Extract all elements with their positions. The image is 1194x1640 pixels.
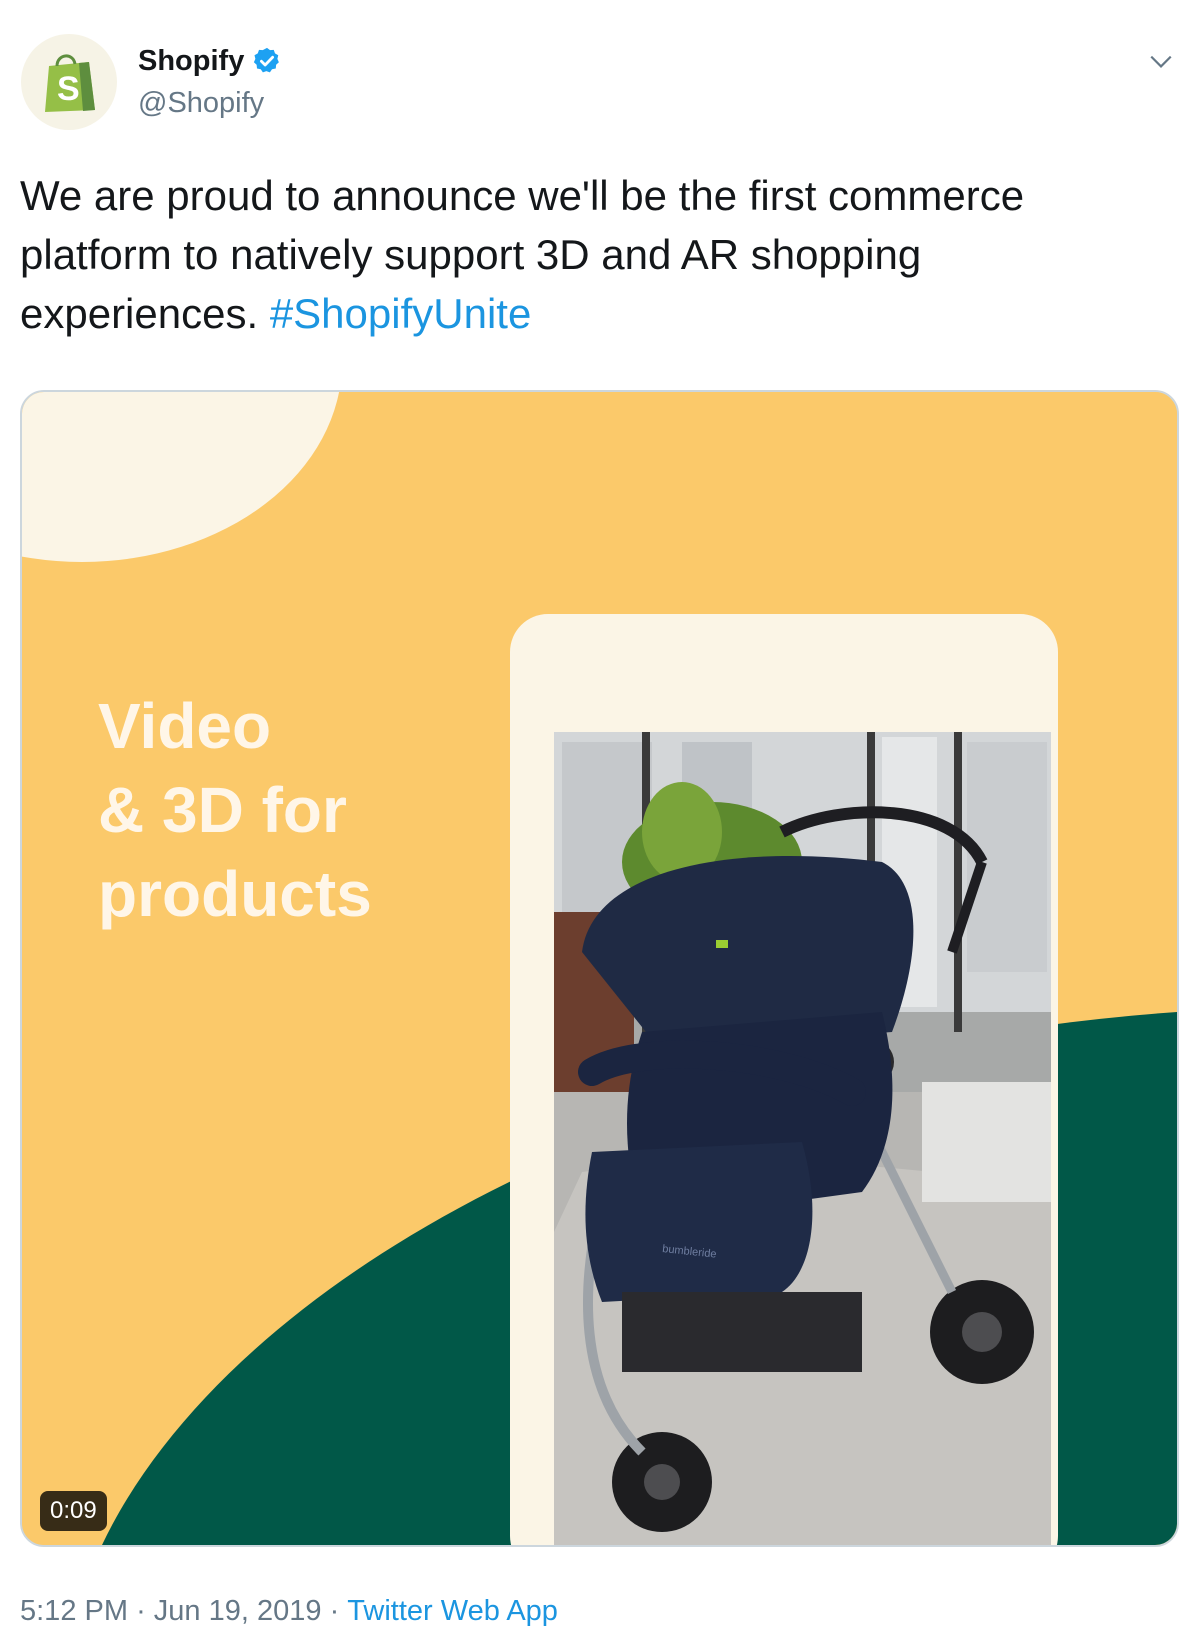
tweet-time[interactable]: 5:12 PM (20, 1594, 128, 1628)
hashtag-link[interactable]: #ShopifyUnite (270, 290, 532, 337)
chevron-down-icon[interactable] (1148, 48, 1174, 74)
avatar[interactable]: S (21, 34, 117, 130)
overlay-line: & 3D for (98, 774, 347, 846)
shopify-bag-icon: S (45, 54, 95, 112)
author-name-row[interactable]: Shopify (138, 44, 282, 78)
verified-badge-icon (254, 47, 280, 73)
display-name[interactable]: Shopify (138, 44, 244, 78)
tweet-text: We are proud to announce we'll be the fi… (20, 166, 1170, 343)
separator: · (329, 1595, 340, 1627)
separator: · (136, 1595, 146, 1627)
svg-text:S: S (57, 70, 80, 108)
video-player[interactable]: bumbleride Video & 3D for products 0:09 (20, 390, 1179, 1547)
tweet-meta: 5:12 PM · Jun 19, 2019 · Twitter Web App (20, 1594, 558, 1628)
overlay-line: Video (98, 690, 272, 762)
overlay-line: products (98, 858, 372, 930)
author-handle[interactable]: @Shopify (138, 86, 264, 120)
video-frame: bumbleride (22, 392, 1177, 1545)
tweet: S Shopify @Shopify We are proud to annou… (0, 0, 1194, 1640)
video-overlay-text: Video & 3D for products (98, 684, 498, 936)
tweet-date[interactable]: Jun 19, 2019 (154, 1594, 322, 1628)
video-duration-badge: 0:09 (40, 1491, 107, 1531)
source-link[interactable]: Twitter Web App (347, 1594, 558, 1628)
